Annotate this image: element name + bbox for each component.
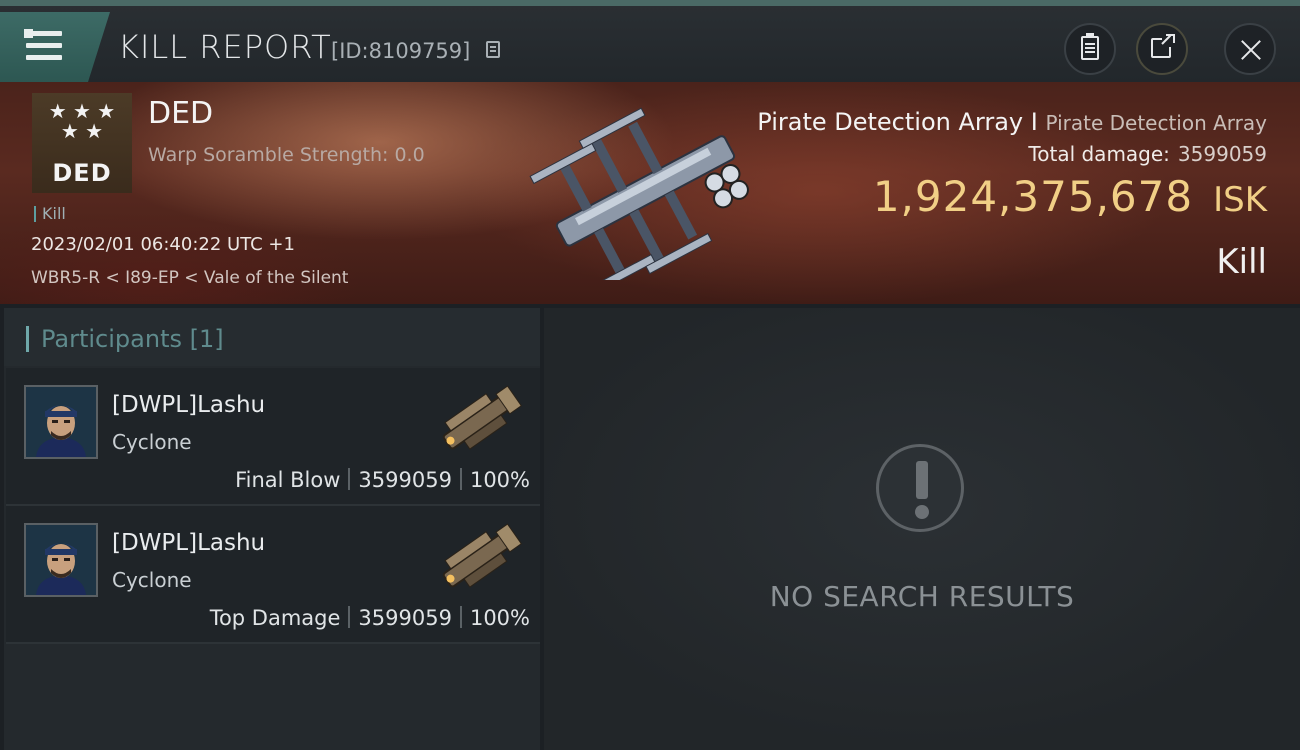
damage-percent: 100%	[469, 468, 530, 492]
cyclone-ship-icon[interactable]	[430, 510, 530, 606]
total-damage-label: Total damage:	[1028, 142, 1170, 166]
damage-percent: 100%	[469, 606, 530, 630]
participant-ship: Cyclone	[112, 568, 192, 592]
participant-ship: Cyclone	[112, 430, 192, 454]
no-results-text: NO SEARCH RESULTS	[769, 580, 1075, 613]
avatar[interactable]	[24, 385, 98, 459]
participants-header: Participants [1]	[4, 308, 540, 366]
isk-unit: ISK	[1213, 180, 1267, 220]
participants-title-text: Participants	[41, 325, 182, 353]
cyclone-ship-icon[interactable]	[430, 372, 530, 468]
target-type: Pirate Detection Array	[1045, 111, 1267, 135]
menu-icon[interactable]	[24, 29, 62, 61]
kill-tag: Kill	[34, 206, 66, 222]
kill-location[interactable]: WBR5-R < I89-EP < Vale of the Silent	[31, 268, 348, 288]
share-button[interactable]	[1136, 23, 1188, 75]
damage-value: 3599059	[358, 606, 452, 630]
kill-type: Kill	[1216, 242, 1267, 282]
corp-name: DED	[148, 96, 214, 131]
participant-name[interactable]: [DWPL]Lashu	[112, 392, 265, 418]
participant-name[interactable]: [DWPL]Lashu	[112, 530, 265, 556]
page-title: KILL REPORT	[118, 28, 332, 66]
target-name-text: Pirate Detection Array I	[757, 108, 1038, 136]
kill-datetime: 2023/02/01 06:40:22 UTC +1	[31, 234, 295, 255]
logo-text: DED	[52, 159, 112, 187]
total-damage-value: 3599059	[1177, 142, 1267, 166]
participant-stats: Top Damage 3599059 100%	[210, 606, 530, 630]
share-arrow-icon	[1160, 34, 1175, 51]
stars-icon: ★ ★ ★ ★ ★	[48, 99, 116, 143]
header-bar: KILL REPORT [ID:8109759]	[0, 0, 1300, 82]
participants-title: Participants [1]	[26, 326, 224, 352]
blow-label: Final Blow	[235, 468, 341, 492]
blow-label: Top Damage	[209, 606, 341, 630]
copy-icon[interactable]	[486, 41, 500, 58]
kill-banner: ★ ★ ★ ★ ★ DED DED Warp Soramble Strength:…	[0, 82, 1300, 304]
scramble-strength: Warp Soramble Strength: 0.0	[148, 144, 425, 166]
avatar[interactable]	[24, 523, 98, 597]
total-damage: Total damage: 3599059	[1028, 142, 1267, 166]
participant-row[interactable]: [DWPL]Lashu Cyclone Top Damage 3599059 100…	[6, 506, 540, 644]
participants-panel: Participants [1] [DWPL]Lashu Cyclone Fin…	[4, 308, 540, 750]
report-id: [ID:8109759]	[331, 39, 471, 63]
exclamation-icon	[876, 444, 964, 532]
clipboard-button[interactable]	[1064, 23, 1116, 75]
menu-button[interactable]	[0, 12, 110, 82]
participants-count: [1]	[189, 325, 224, 353]
participant-stats: Final Blow 3599059 100%	[235, 468, 530, 492]
isk-value: 1,924,375,678	[872, 172, 1194, 221]
close-button[interactable]	[1224, 23, 1276, 75]
damage-value: 3599059	[358, 468, 452, 492]
isk-value-line: 1,924,375,678 ISK	[873, 172, 1267, 221]
participant-row[interactable]: [DWPL]Lashu Cyclone Final Blow 3599059 100…	[6, 368, 540, 506]
corp-logo[interactable]: ★ ★ ★ ★ ★ DED	[32, 93, 132, 193]
results-panel: NO SEARCH RESULTS	[544, 308, 1300, 750]
clipboard-icon	[1081, 33, 1099, 60]
target-name[interactable]: Pirate Detection Array I Pirate Detectio…	[757, 108, 1267, 136]
structure-image	[529, 107, 749, 280]
